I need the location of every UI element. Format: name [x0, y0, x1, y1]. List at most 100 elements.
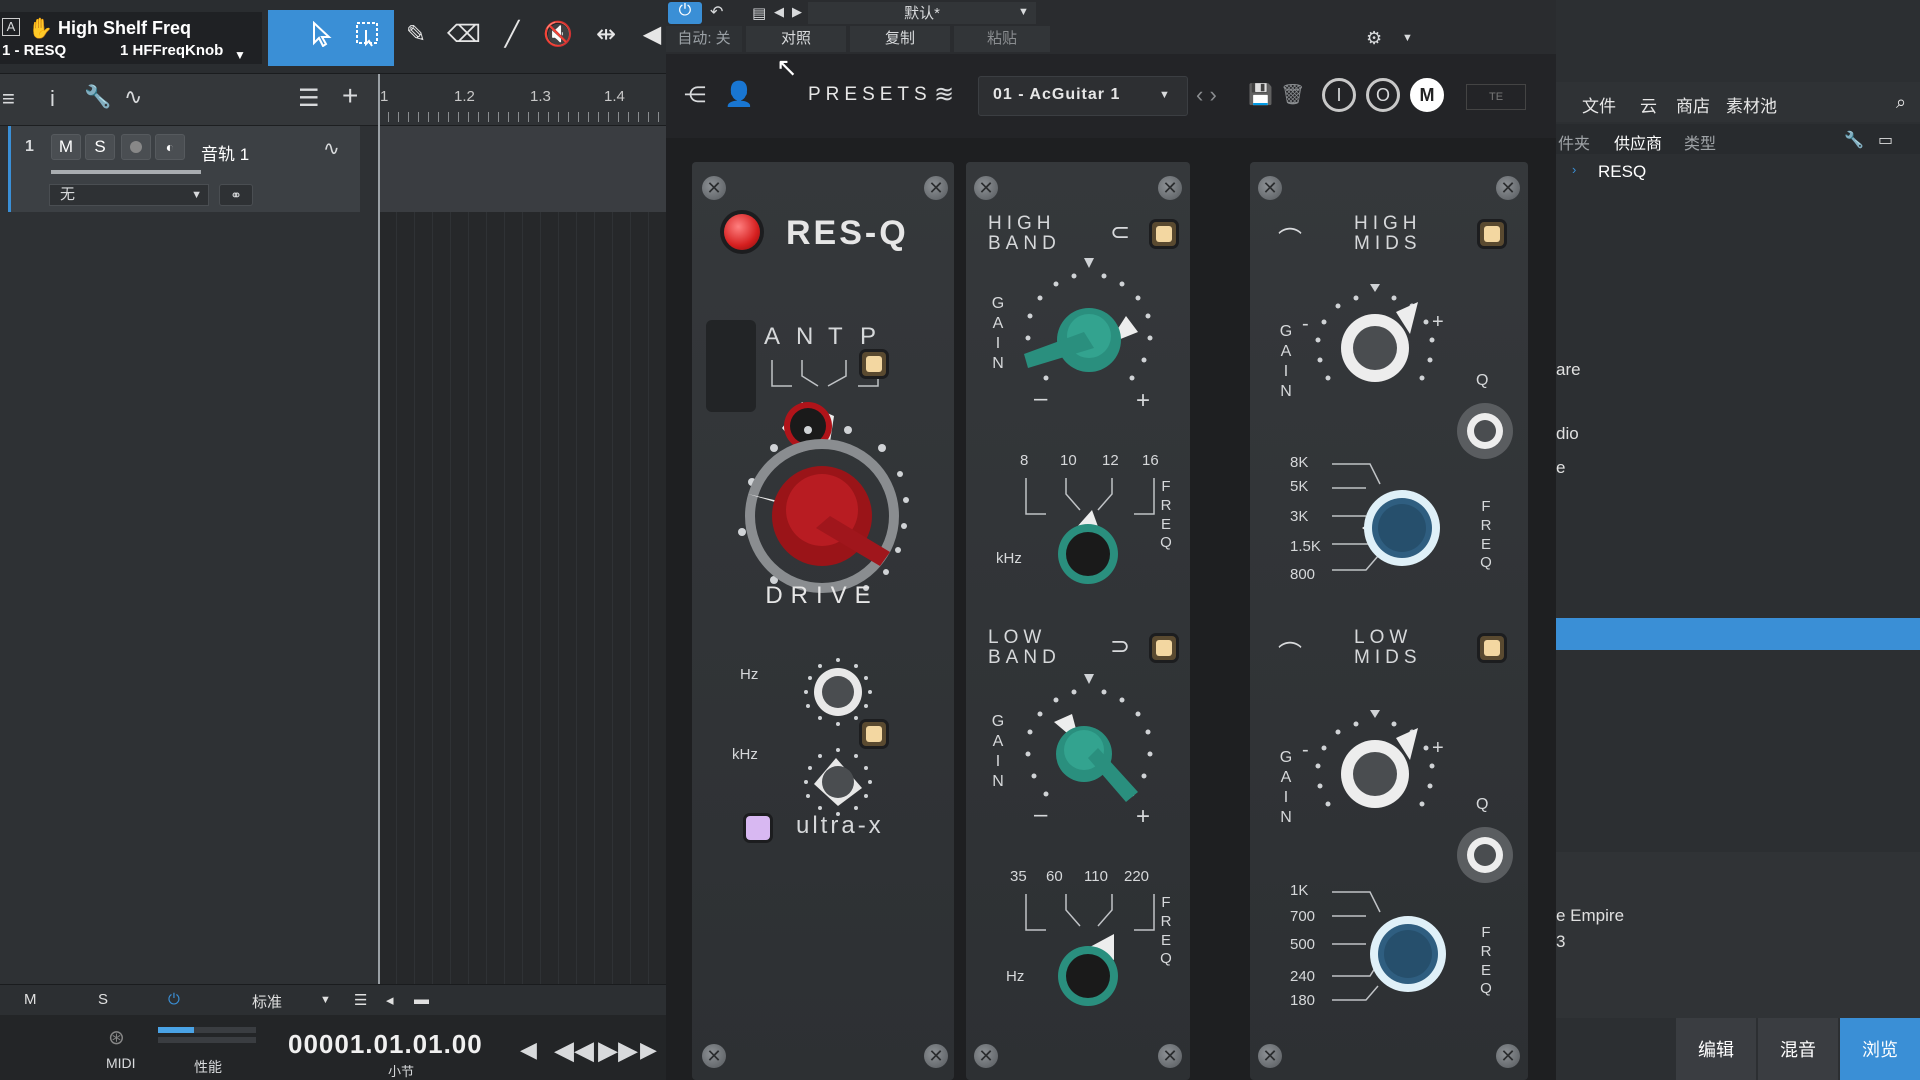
volume-slider[interactable] [51, 170, 201, 174]
paste-button[interactable]: 粘贴 [954, 26, 1050, 52]
chevron-down-icon[interactable]: ▼ [320, 994, 331, 1006]
ultra-x-led[interactable] [746, 816, 770, 840]
ab-button-m[interactable]: M [1410, 78, 1444, 112]
list-icon[interactable]: ☰ [354, 991, 367, 1009]
folder-resq[interactable]: RESQ [1598, 162, 1646, 182]
timeline-ruler[interactable]: 1 1.2 1.3 1.4 [378, 74, 666, 126]
paint-tool-icon[interactable]: ╱ [494, 16, 530, 52]
high-freq-knob[interactable] [1052, 508, 1124, 588]
s-label[interactable]: S [98, 991, 108, 1008]
playhead[interactable] [378, 74, 380, 984]
prev-next-preset-icon[interactable]: ‹ › [1196, 82, 1217, 108]
preset-file-icon[interactable]: ▤ [752, 4, 766, 22]
sort-folder[interactable]: 件夹 [1558, 130, 1590, 154]
sort-type[interactable]: 类型 [1684, 130, 1716, 154]
browser-item[interactable]: 3 [1556, 932, 1565, 952]
browser-item[interactable]: are [1556, 360, 1581, 380]
automation-icon[interactable]: ∿ [124, 84, 142, 110]
arrangement-view[interactable]: 1 1.2 1.3 1.4 [378, 74, 666, 984]
eraser-tool-icon[interactable]: ⌫ [446, 16, 482, 52]
preset-menu[interactable]: 默认* [808, 2, 1036, 24]
next-preset-icon[interactable]: ▶ [792, 4, 802, 20]
solo-button[interactable]: S [85, 134, 115, 160]
save-icon[interactable]: 💾 [1248, 82, 1273, 107]
nav-cloud[interactable]: 云 [1640, 92, 1657, 117]
ab-button-o[interactable]: O [1366, 78, 1400, 112]
user-icon[interactable]: 👤 [724, 80, 754, 109]
high-mids-q-knob[interactable] [1450, 396, 1520, 466]
copy-button[interactable]: 复制 [850, 26, 950, 52]
track-row[interactable]: 1 M S ◐ 音轨 1 ∿ 无 ▼ ⚭ [8, 126, 360, 212]
rewind-start-icon[interactable]: ◀ [520, 1037, 537, 1063]
nav-shop[interactable]: 商店 [1676, 92, 1710, 117]
browser-item[interactable]: e Empire [1556, 906, 1624, 926]
low-mids-freq-knob[interactable] [1358, 904, 1458, 1004]
nav-files[interactable]: 文件 [1582, 92, 1616, 117]
monitor-button[interactable]: ◐ [155, 134, 185, 160]
low-mids-q-knob[interactable] [1450, 820, 1520, 890]
preset-selector[interactable]: 01 - AcGuitar 1 ▼ [978, 76, 1188, 116]
compare-button[interactable]: 对照 [746, 26, 846, 52]
low-band-led[interactable] [1152, 636, 1176, 660]
selected-browser-row[interactable] [1556, 618, 1920, 650]
menu-icon[interactable]: ≡ [2, 86, 15, 112]
chevron-left-icon[interactable]: ◂ [386, 991, 394, 1009]
rewind-icon[interactable]: ◀◀ [554, 1035, 594, 1066]
chevron-down-icon[interactable]: ▼ [1018, 6, 1029, 18]
power-icon[interactable]: ⏻ [168, 991, 180, 1008]
pencil-tool-icon[interactable]: ✎ [398, 16, 434, 52]
presets-label[interactable]: PRESETS [808, 84, 932, 106]
ab-button-i[interactable]: I [1322, 78, 1356, 112]
tab-mix[interactable]: 混音 [1758, 1018, 1838, 1080]
listen-tool-icon[interactable]: ◀ [634, 16, 670, 52]
low-gain-knob[interactable]: – + [1014, 674, 1164, 834]
drive-knob[interactable] [712, 404, 932, 604]
mute-tool-icon[interactable]: 🔇 [540, 16, 576, 52]
low-mids-gain-knob[interactable]: - + [1300, 710, 1450, 840]
search-icon[interactable]: ⌕ [1896, 92, 1906, 113]
link-toggle[interactable]: ⚭ [219, 184, 253, 206]
prev-preset-icon[interactable]: ◀ [774, 4, 784, 20]
nav-pool[interactable]: 素材池 [1726, 92, 1777, 117]
unit-label[interactable]: 小节 [388, 1061, 414, 1080]
high-gain-knob[interactable]: – + [1014, 258, 1164, 418]
automation-toggle[interactable]: 自动: 关 [666, 26, 742, 52]
mode-select[interactable]: 标准 [252, 991, 282, 1012]
browser-item[interactable]: dio [1556, 424, 1579, 444]
input-select[interactable]: 无 ▼ [49, 184, 209, 206]
high-band-led[interactable] [1152, 222, 1176, 246]
chevron-right-icon[interactable]: › [1572, 162, 1576, 177]
sort-vendor[interactable]: 供应商 [1614, 130, 1662, 154]
timecode-display[interactable]: 00001.01.01.00 [288, 1029, 483, 1060]
record-button[interactable] [121, 134, 151, 160]
low-freq-knob[interactable] [1052, 930, 1124, 1010]
track-name[interactable]: 音轨 1 [201, 140, 249, 165]
range-tool-icon[interactable] [350, 16, 386, 52]
undo-icon[interactable]: ↶ [710, 2, 723, 22]
mute-button[interactable]: M [51, 134, 81, 160]
minus-icon[interactable]: ▬ [414, 991, 429, 1008]
low-mids-led[interactable] [1480, 636, 1504, 660]
play-icon[interactable]: ▶ [640, 1037, 657, 1063]
power-led[interactable] [724, 214, 760, 250]
chevron-down-icon[interactable]: ▼ [1402, 32, 1413, 44]
share-icon[interactable]: ⋲ [684, 82, 706, 108]
high-mids-led[interactable] [1480, 222, 1504, 246]
split-tool-icon[interactable]: ⇹ [588, 16, 624, 52]
list-icon[interactable]: ☰ [298, 84, 320, 113]
chevron-down-icon[interactable]: ▼ [234, 48, 246, 62]
tab-edit[interactable]: 编辑 [1676, 1018, 1756, 1080]
arrow-tool-icon[interactable] [304, 16, 340, 52]
high-mids-freq-knob[interactable] [1352, 480, 1452, 580]
track-lane[interactable] [378, 126, 666, 212]
high-mids-gain-knob[interactable]: - + [1300, 284, 1450, 414]
presets-menu-icon[interactable]: ≋ [934, 80, 954, 109]
wrench-icon[interactable]: 🔧 [84, 84, 111, 110]
browser-item[interactable]: e [1556, 458, 1565, 478]
add-track-icon[interactable]: + [342, 80, 358, 112]
fast-forward-icon[interactable]: ▶▶ [598, 1035, 638, 1066]
info-icon[interactable]: i [50, 86, 55, 112]
gear-icon[interactable]: ⚙ [1366, 28, 1382, 49]
tab-browse[interactable]: 浏览 [1840, 1018, 1920, 1080]
window-icon[interactable]: ▭ [1878, 130, 1893, 150]
